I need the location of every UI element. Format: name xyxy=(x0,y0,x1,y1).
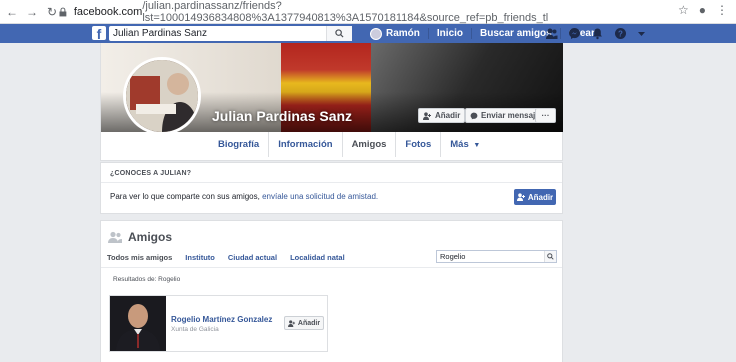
search-icon[interactable] xyxy=(326,26,352,41)
messenger-icon xyxy=(470,112,478,119)
menu-dots-icon[interactable]: ⋮ xyxy=(716,3,728,17)
header-search[interactable]: Julian Pardinas Sanz xyxy=(109,26,352,41)
friends-search[interactable]: Rogelio xyxy=(436,250,557,263)
add-friend-primary-button[interactable]: Añadir xyxy=(514,189,556,205)
friend-add-label: Añadir xyxy=(297,319,321,327)
friend-requests-icon[interactable] xyxy=(545,27,558,40)
browser-toolbar: ← → ↻ facebook.com /julian.pardinassanz/… xyxy=(0,0,736,24)
friend-name[interactable]: Rogelio Martínez Gonzalez xyxy=(171,315,272,324)
tab-mas-label: Más xyxy=(450,139,469,150)
add-friend-icon xyxy=(516,193,525,201)
header-search-input[interactable]: Julian Pardinas Sanz xyxy=(109,28,326,39)
messenger-icon[interactable] xyxy=(568,27,581,40)
know-message: Para ver lo que comparte con sus amigos, xyxy=(110,192,263,201)
tab-ciudad-actual[interactable]: Ciudad actual xyxy=(228,253,277,262)
add-friend-icon xyxy=(423,111,431,120)
friends-title: Amigos xyxy=(128,230,173,244)
add-friend-icon xyxy=(287,319,295,327)
address-bar[interactable]: facebook.com /julian.pardinassanz/friend… xyxy=(58,0,678,24)
notifications-bell-icon[interactable] xyxy=(591,27,604,40)
add-friend-primary-label: Añadir xyxy=(527,192,554,202)
tab-fotos[interactable]: Fotos xyxy=(396,132,442,157)
tab-all-friends[interactable]: Todos mis amigos xyxy=(107,253,172,262)
tab-informacion[interactable]: Información xyxy=(269,132,343,157)
tab-instituto[interactable]: Instituto xyxy=(185,253,215,262)
search-results-label: Resultados de: Rogelio xyxy=(113,276,181,283)
profile-name[interactable]: Julian Pardinas Sanz xyxy=(212,108,352,124)
url-path: /julian.pardinassanz/friends?lst=1000149… xyxy=(142,0,549,24)
friend-photo-image xyxy=(110,296,166,351)
tab-localidad-natal[interactable]: Localidad natal xyxy=(290,253,345,262)
friend-subtitle: Xunta de Galicia xyxy=(171,326,219,333)
back-icon[interactable]: ← xyxy=(4,4,20,20)
more-options-label: ··· xyxy=(541,111,550,120)
add-friend-button[interactable]: Añadir xyxy=(418,108,466,123)
friends-search-input[interactable]: Rogelio xyxy=(437,252,544,261)
profile-tabs: Biografía Información Amigos Fotos Más ▼ xyxy=(209,132,489,157)
friends-icon xyxy=(108,231,122,243)
nav-home[interactable]: Inicio xyxy=(429,28,473,39)
bookmark-star-icon[interactable]: ☆ xyxy=(678,3,689,17)
friend-add-button[interactable]: Añadir xyxy=(284,316,324,330)
friend-card: Rogelio Martínez Gonzalez Xunta de Galic… xyxy=(109,295,328,352)
tab-amigos[interactable]: Amigos xyxy=(343,132,397,157)
know-text: Para ver lo que comparte con sus amigos,… xyxy=(110,192,378,201)
facebook-header: f Julian Pardinas Sanz Ramón Inicio Busc… xyxy=(0,24,736,43)
add-friend-label: Añadir xyxy=(435,111,461,120)
friends-section: Amigos Todos mis amigos Instituto Ciudad… xyxy=(100,220,563,362)
avatar xyxy=(370,27,382,40)
lock-icon xyxy=(59,7,67,17)
send-request-link[interactable]: envíale una solicitud de amistad. xyxy=(262,192,378,201)
send-message-button[interactable]: Enviar mensaje xyxy=(465,108,545,123)
account-icon[interactable]: ● xyxy=(699,3,706,17)
profile-picture[interactable] xyxy=(123,57,201,135)
account-menu-arrow-icon[interactable] xyxy=(637,27,646,40)
send-message-label: Enviar mensaje xyxy=(481,111,540,120)
friends-filter-tabs: Todos mis amigos Instituto Ciudad actual… xyxy=(107,253,345,262)
profile-photo-image xyxy=(126,60,198,132)
nav-profile[interactable]: Ramón xyxy=(370,27,429,40)
know-person-card: ¿CONOCES A JULIAN? Para ver lo que compa… xyxy=(100,162,563,214)
chevron-down-icon: ▼ xyxy=(473,142,481,149)
svg-text:?: ? xyxy=(618,29,623,38)
tab-biografia[interactable]: Biografía xyxy=(209,132,270,157)
profile-header: Julian Pardinas Sanz Añadir Enviar mensa… xyxy=(100,43,563,161)
search-icon[interactable] xyxy=(544,251,556,262)
friend-photo[interactable] xyxy=(110,296,166,351)
nav-profile-name: Ramón xyxy=(386,28,420,39)
url-host: facebook.com xyxy=(73,6,143,18)
tab-mas[interactable]: Más ▼ xyxy=(441,132,489,157)
facebook-logo-icon[interactable]: f xyxy=(92,26,106,40)
help-icon[interactable]: ? xyxy=(614,27,627,40)
know-title: ¿CONOCES A JULIAN? xyxy=(110,170,192,177)
more-options-button[interactable]: ··· xyxy=(535,108,556,123)
forward-icon[interactable]: → xyxy=(24,4,40,20)
